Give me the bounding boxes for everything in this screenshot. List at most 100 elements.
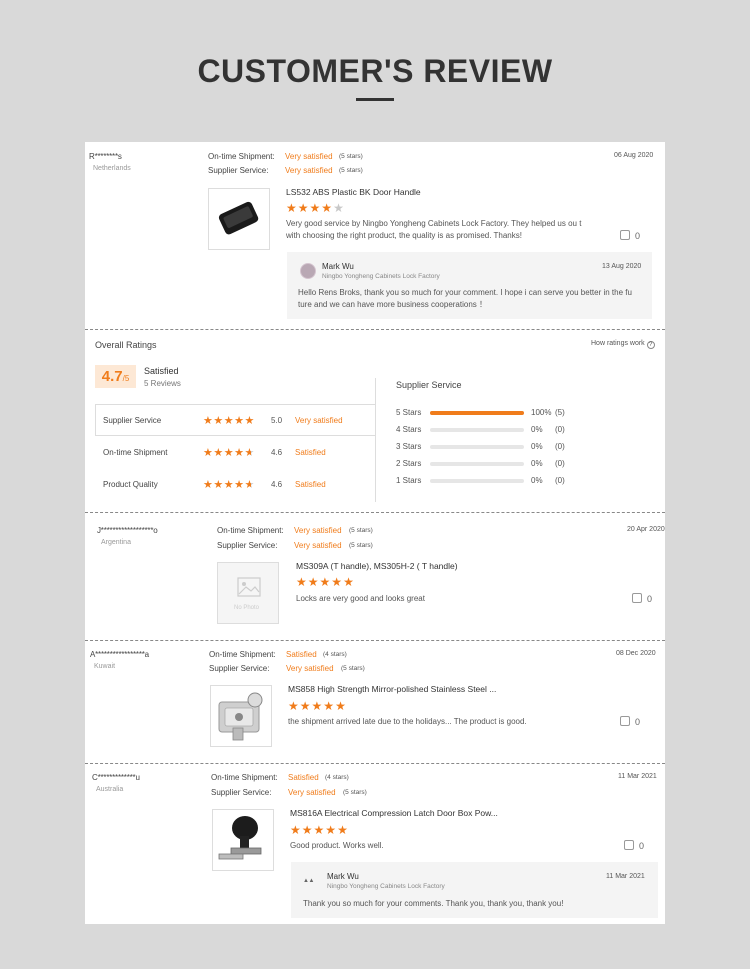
star-icon: ★ [223, 479, 235, 491]
star-icon: ★ [343, 575, 355, 589]
supplier-value: Very satisfied [285, 166, 333, 175]
star-icon: ★ [223, 447, 235, 459]
how-ratings-link[interactable]: How ratings work ? [591, 340, 655, 349]
reply-date: 13 Aug 2020 [602, 263, 642, 270]
ontime-value: Satisfied [286, 650, 317, 659]
star-icon: ★ [234, 415, 245, 427]
like-button[interactable]: 0 [620, 716, 640, 727]
star-icon: ★ [244, 415, 255, 427]
product-name[interactable]: MS816A Electrical Compression Latch Door… [290, 808, 498, 818]
rating-row-score: 4.6 [271, 448, 283, 457]
supplier-stars: (5 stars) [343, 789, 367, 796]
rating-row-label: Supplier Service [103, 416, 162, 425]
star-icon: ★ [313, 823, 326, 837]
star-icon: ★ [223, 415, 235, 427]
rating-row-desc: Satisfied [295, 480, 326, 489]
distribution-bar-fill [430, 411, 524, 415]
reply-name: Mark Wu [327, 872, 359, 881]
star-icon: ★ [213, 447, 224, 459]
star-icon: ★ [299, 699, 312, 713]
ontime-stars: (5 stars) [349, 527, 373, 534]
supplier-stars: (5 stars) [339, 167, 363, 174]
star-icon: ★ [321, 201, 334, 215]
distribution-count: (0) [555, 459, 565, 468]
star-icon: ★ [311, 699, 324, 713]
star-icon: ★ [288, 699, 300, 713]
reviewer-name: R********s [89, 152, 122, 161]
distribution-label: 4 Stars [396, 425, 422, 434]
supplier-label: Supplier Service: [217, 541, 278, 550]
star-icon: ★ [307, 575, 320, 589]
rating-row-score: 4.6 [271, 480, 283, 489]
distribution-label: 3 Stars [396, 442, 422, 451]
review-text: Good product. Works well. [290, 841, 384, 850]
supplier-value: Very satisfied [288, 788, 336, 797]
rating-row-score: 5.0 [271, 416, 283, 425]
distribution-percent: 0% [531, 476, 543, 485]
distribution-bar [430, 411, 524, 415]
distribution-bar [430, 428, 524, 432]
star-icon: ★ [213, 415, 224, 427]
distribution-count: (0) [555, 425, 565, 434]
like-button[interactable]: 0 [632, 593, 652, 604]
supplier-label: Supplier Service: [209, 664, 270, 673]
page-title: CUSTOMER'S REVIEW [197, 53, 553, 89]
like-button[interactable]: 0 [624, 840, 644, 851]
review-date: 08 Dec 2020 [616, 650, 656, 657]
distribution-label: 5 Stars [396, 408, 422, 417]
distribution-percent: 100% [531, 408, 552, 417]
product-image[interactable] [210, 685, 272, 747]
distribution-percent: 0% [531, 442, 543, 451]
product-name[interactable]: LS532 ABS Plastic BK Door Handle [286, 187, 421, 197]
review-count: 5 Reviews [144, 379, 181, 388]
reply-company: Ningbo Yongheng Cabinets Lock Factory [327, 883, 445, 890]
supplier-value: Very satisfied [294, 541, 342, 550]
reply-name: Mark Wu [322, 262, 354, 271]
distribution-bar [430, 479, 524, 483]
reviewer-country: Argentina [101, 539, 131, 546]
ontime-stars: (4 stars) [325, 774, 349, 781]
divider [85, 329, 665, 330]
product-name[interactable]: MS858 High Strength Mirror-polished Stai… [288, 684, 496, 694]
reply-date: 11 Mar 2021 [606, 873, 645, 880]
product-image[interactable] [208, 188, 270, 250]
review-text: the shipment arrived late due to the hol… [288, 717, 527, 726]
supplier-value: Very satisfied [286, 664, 334, 673]
divider-vertical [375, 378, 376, 502]
distribution-bar [430, 445, 524, 449]
reviewer-country: Netherlands [93, 165, 131, 172]
star-icon: ★ [244, 479, 255, 491]
star-icon: ★ [333, 201, 345, 215]
supplier-stars: (5 stars) [349, 542, 373, 549]
star-icon: ★ [296, 575, 308, 589]
supplier-stars: (5 stars) [341, 665, 365, 672]
rating-table: Supplier Service ★★★★★ 5.0 Very satisfie… [95, 404, 376, 500]
avatar [300, 263, 316, 279]
overall-title: Overall Ratings [95, 340, 157, 350]
product-rating: ★★★★★ [286, 202, 345, 214]
distribution-percent: 0% [531, 459, 543, 468]
divider [85, 640, 665, 641]
like-button[interactable]: 0 [620, 230, 640, 241]
product-image[interactable] [212, 809, 274, 871]
reviewer-name: A*****************a [90, 650, 149, 659]
ontime-stars: (5 stars) [339, 153, 363, 160]
ontime-stars: (4 stars) [323, 651, 347, 658]
star-icon: ★ [203, 447, 214, 459]
supplier-reply: Mark Wu Ningbo Yongheng Cabinets Lock Fa… [287, 252, 652, 319]
thumbs-up-icon [632, 593, 642, 603]
rating-row-label: Product Quality [103, 480, 158, 489]
reviewer-name: J******************o [97, 526, 158, 535]
distribution-title: Supplier Service [396, 380, 462, 390]
rating-row-stars: ★★★★★ [203, 478, 255, 491]
product-image-placeholder[interactable]: No Photo [217, 562, 279, 624]
thumbs-up-icon [624, 840, 634, 850]
distribution-count: (0) [555, 476, 565, 485]
product-name[interactable]: MS309A (T handle), MS305H-2 ( T handle) [296, 561, 458, 571]
rating-row-stars: ★★★★★ [203, 414, 255, 427]
ontime-value: Very satisfied [285, 152, 333, 161]
ontime-label: On-time Shipment: [209, 650, 276, 659]
rating-row-stars: ★★★★★ [203, 446, 255, 459]
rating-row-desc: Very satisfied [295, 416, 343, 425]
title-underline [356, 98, 394, 101]
